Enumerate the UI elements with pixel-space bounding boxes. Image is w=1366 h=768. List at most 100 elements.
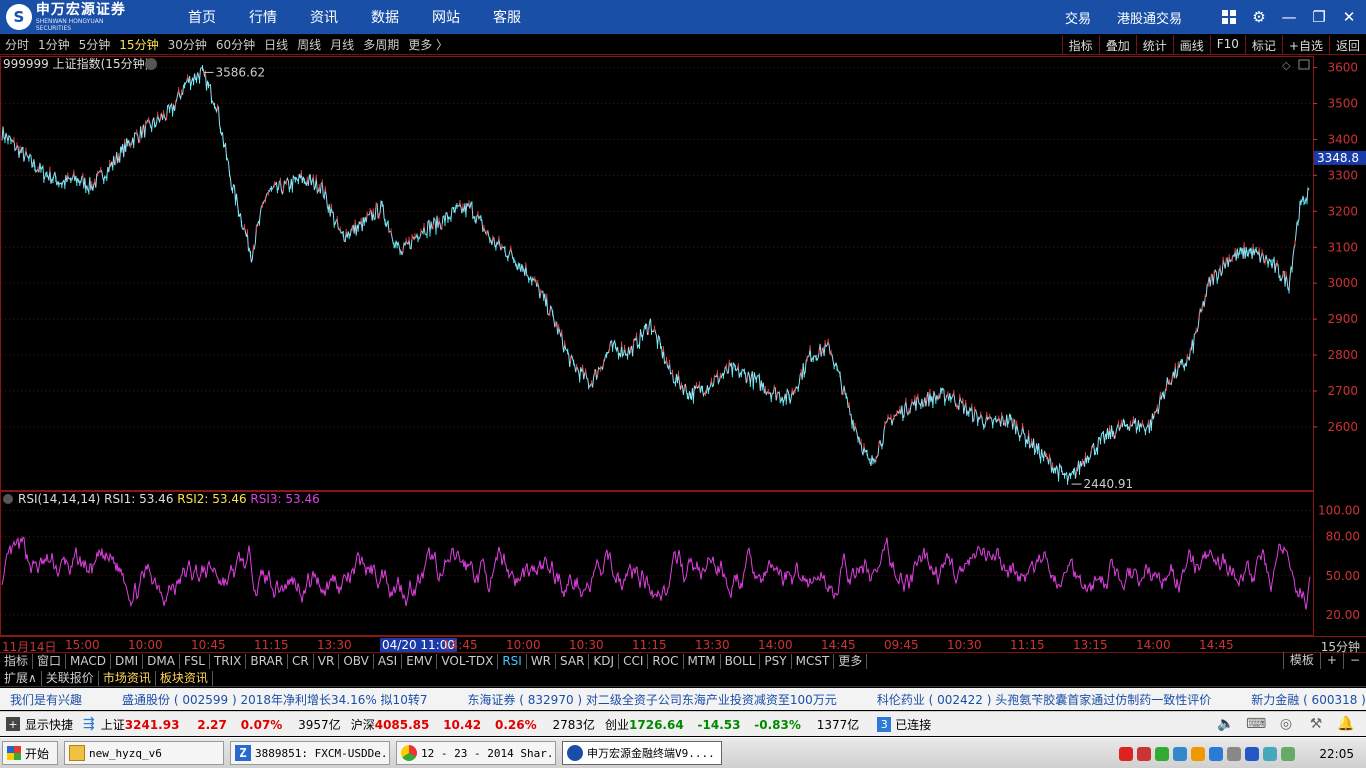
price-y-tick: 3500: [1327, 97, 1358, 111]
tray-globe-icon[interactable]: [1173, 746, 1188, 761]
chart-tool-3[interactable]: 画线: [1172, 35, 1210, 55]
price-chart-svg[interactable]: 2600 2700 2800 2900 3000 3100 3200 3300 3400 3500…: [0, 56, 1366, 636]
indicator-tab-更多[interactable]: 更多: [834, 653, 868, 669]
sub-tab-3[interactable]: 板块资讯: [156, 670, 213, 686]
tray-warning-icon[interactable]: [1191, 746, 1206, 761]
indicator-tab-psy[interactable]: PSY: [760, 653, 792, 669]
chart-tool-1[interactable]: 叠加: [1098, 35, 1136, 55]
tools-icon[interactable]: ⚒: [1306, 716, 1326, 734]
indicator-tab-mtm[interactable]: MTM: [684, 653, 721, 669]
indicator-tab-rsi[interactable]: RSI: [498, 653, 527, 669]
indicator-tab-obv[interactable]: OBV: [339, 653, 374, 669]
price-y-tick: 3600: [1327, 61, 1358, 75]
period-tab-6[interactable]: 日线: [264, 36, 288, 53]
alert-icon[interactable]: ◎: [1276, 716, 1296, 734]
nav-website[interactable]: 网站: [432, 7, 460, 27]
indicator-tab-trix[interactable]: TRIX: [210, 653, 247, 669]
bell-icon[interactable]: 🔔: [1336, 716, 1356, 734]
tray-plane-icon[interactable]: [1137, 746, 1152, 761]
nav-home[interactable]: 首页: [188, 7, 216, 27]
period-tab-2[interactable]: 5分钟: [79, 36, 111, 53]
task-browser[interactable]: 12 - 23 - 2014 Shar...: [396, 741, 557, 765]
time-axis-label: 11月14日: [2, 640, 57, 654]
chart-tool-2[interactable]: 统计: [1135, 35, 1173, 55]
period-tab-10[interactable]: 更多 〉: [408, 36, 448, 53]
indicator-right-0[interactable]: 模板: [1282, 652, 1320, 669]
indicator-tab-vol-tdx[interactable]: VOL-TDX: [437, 653, 499, 669]
task-folder[interactable]: new_hyzq_v6: [64, 741, 225, 765]
indicator-tab-asi[interactable]: ASI: [374, 653, 403, 669]
ticker-item[interactable]: 科伦药业 ( 002422 ) 头孢氨苄胶囊首家通过仿制药一致性评价: [877, 691, 1211, 708]
tray-m-icon[interactable]: [1119, 746, 1134, 761]
indicator-tab-boll[interactable]: BOLL: [721, 653, 761, 669]
show-shortcuts-button[interactable]: + 显示快捷: [6, 716, 73, 733]
nav-news[interactable]: 资讯: [310, 7, 338, 27]
keyboard-icon[interactable]: ⌨: [1246, 716, 1266, 734]
indicator-tab-指标[interactable]: 指标: [0, 653, 34, 669]
grid-layout-icon[interactable]: [1220, 8, 1238, 26]
hk-connect-trade-link[interactable]: 港股通交易: [1117, 8, 1182, 27]
indicator-tab-fsl[interactable]: FSL: [180, 653, 210, 669]
hs-index[interactable]: 沪深4085.85 10.42 0.26% 2783亿: [351, 716, 595, 733]
sub-tab-2[interactable]: 市场资讯: [99, 670, 156, 686]
indicator-tab-窗口[interactable]: 窗口: [33, 653, 67, 669]
indicator-tab-mcst[interactable]: MCST: [792, 653, 835, 669]
chart-tool-4[interactable]: F10: [1209, 35, 1245, 55]
period-tab-5[interactable]: 60分钟: [216, 36, 255, 53]
indicator-tab-vr[interactable]: VR: [314, 653, 340, 669]
settings-gear-icon[interactable]: ⚙: [1250, 8, 1268, 26]
indicator-tab-dmi[interactable]: DMI: [111, 653, 144, 669]
indicator-tab-wr[interactable]: WR: [527, 653, 557, 669]
chart-tool-5[interactable]: 标记: [1244, 35, 1282, 55]
index-chart-icon[interactable]: ⇶: [83, 716, 95, 732]
ticker-item[interactable]: 新力金融 ( 600318 ) 确定回购股: [1251, 691, 1366, 708]
nav-service[interactable]: 客服: [493, 7, 521, 27]
indicator-tab-dma[interactable]: DMA: [143, 653, 180, 669]
news-ticker[interactable]: 我们是有兴趣 盛通股份 ( 002599 ) 2018年净利增长34.16% 拟1…: [0, 688, 1366, 710]
indicator-tab-emv[interactable]: EMV: [402, 653, 438, 669]
period-tab-3[interactable]: 15分钟: [119, 36, 158, 53]
brand-logo[interactable]: S 申万宏源证券 SHENWAN HONGYUAN SECURITIES: [0, 2, 140, 32]
ticker-item[interactable]: 盛通股份 ( 002599 ) 2018年净利增长34.16% 拟10转7: [122, 691, 427, 708]
indicator-tab-kdj[interactable]: KDJ: [589, 653, 620, 669]
start-button[interactable]: 开始: [2, 741, 59, 765]
indicator-tab-cci[interactable]: CCI: [619, 653, 649, 669]
connection-status[interactable]: 3 已连接: [877, 716, 931, 733]
indicator-tab-roc[interactable]: ROC: [648, 653, 684, 669]
indicator-tab-brar[interactable]: BRAR: [246, 653, 289, 669]
indicator-tab-sar[interactable]: SAR: [556, 653, 590, 669]
ticker-item[interactable]: 东海证券 ( 832970 ) 对二级全资子公司东海产业投资减资至100万元: [467, 691, 836, 708]
indicator-tab-cr[interactable]: CR: [288, 653, 314, 669]
sub-tab-0[interactable]: 扩展∧: [0, 670, 42, 686]
chart-tool-7[interactable]: 返回: [1328, 35, 1366, 55]
period-tab-0[interactable]: 分时: [5, 36, 29, 53]
ticker-item[interactable]: 我们是有兴趣: [10, 691, 82, 708]
minimize-icon[interactable]: —: [1280, 8, 1298, 26]
task-terminal[interactable]: 申万宏源金融终端V9....: [562, 741, 723, 765]
speaker-icon[interactable]: 🔈: [1216, 716, 1236, 734]
period-tab-7[interactable]: 周线: [297, 36, 321, 53]
sub-tab-1[interactable]: 关联报价: [42, 670, 99, 686]
period-tab-4[interactable]: 30分钟: [168, 36, 207, 53]
period-tab-8[interactable]: 月线: [330, 36, 354, 53]
sh-index[interactable]: 上证3241.93 2.27 0.07% 3957亿: [101, 716, 341, 733]
tray-green-icon[interactable]: [1155, 746, 1170, 761]
tray-volume-icon[interactable]: [1281, 746, 1296, 761]
tray-bluetooth-icon[interactable]: [1245, 746, 1260, 761]
tray-input-icon[interactable]: [1209, 746, 1224, 761]
trade-link[interactable]: 交易: [1065, 8, 1091, 27]
chart-tool-0[interactable]: 指标: [1061, 35, 1099, 55]
indicator-tab-macd[interactable]: MACD: [66, 653, 112, 669]
period-tab-1[interactable]: 1分钟: [38, 36, 70, 53]
chart-tool-6[interactable]: +自选: [1281, 35, 1329, 55]
restore-icon[interactable]: ❐: [1310, 8, 1328, 26]
chart-area[interactable]: 2600 2700 2800 2900 3000 3100 3200 3300 3400 3500…: [0, 56, 1366, 636]
tray-qq-icon[interactable]: [1263, 746, 1278, 761]
tray-network-icon[interactable]: [1227, 746, 1242, 761]
nav-data[interactable]: 数据: [371, 7, 399, 27]
close-icon[interactable]: ✕: [1340, 8, 1358, 26]
task-fxcm[interactable]: Z 3889851: FXCM-USDDe...: [230, 741, 391, 765]
nav-quotes[interactable]: 行情: [249, 7, 277, 27]
cy-index[interactable]: 创业1726.64 -14.53 -0.83% 1377亿: [605, 716, 859, 733]
period-tab-9[interactable]: 多周期: [363, 36, 399, 53]
